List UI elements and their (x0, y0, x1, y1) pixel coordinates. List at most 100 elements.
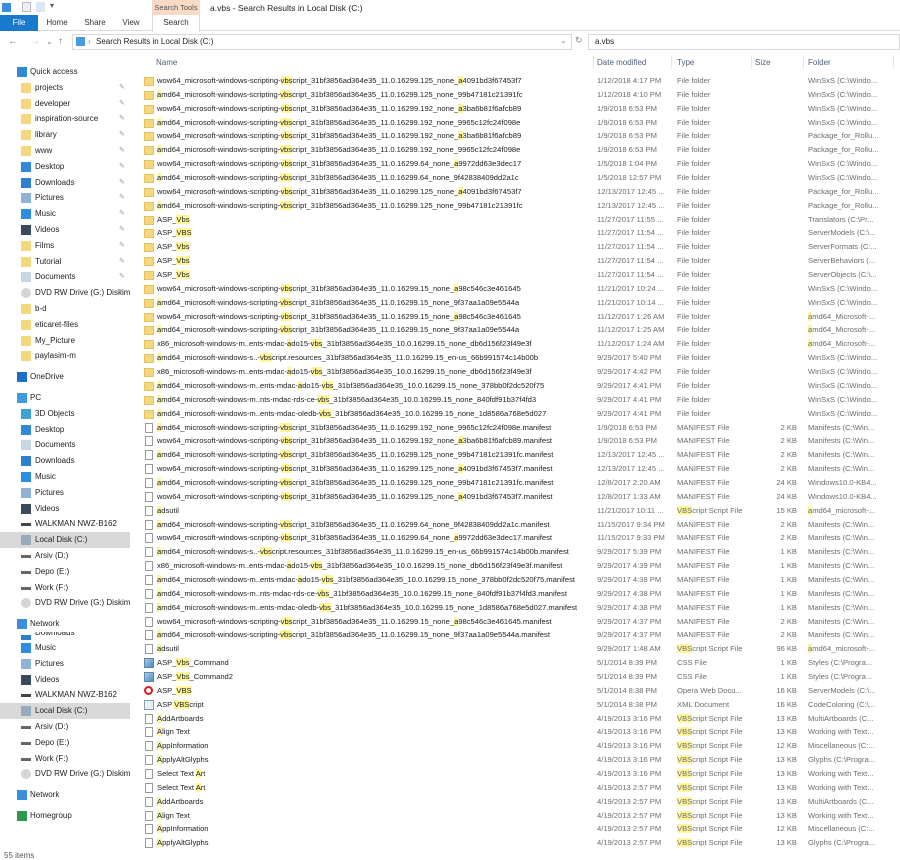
file-row[interactable]: amd64_microsoft-windows-scripting-vbscri… (141, 143, 900, 157)
file-row[interactable]: amd64_microsoft-windows-m..nts-mdac-rds-… (141, 587, 900, 601)
file-row[interactable]: wow64_microsoft-windows-scripting-vbscri… (141, 615, 900, 629)
sidebar-item-arsiv-d[interactable]: Arsiv (D:) (0, 548, 135, 564)
sidebar-item-network[interactable]: Network (0, 787, 135, 803)
search-input[interactable]: a.vbs (588, 34, 900, 50)
sidebar-item-music[interactable]: Music (0, 640, 135, 656)
sidebar-item-walkman-nwz-b162[interactable]: WALKMAN NWZ-B162 (0, 687, 135, 703)
file-row[interactable]: AppInformation 4/19/2013 2:57 PM VBScript … (141, 822, 900, 836)
sidebar-item-local-disk-c[interactable]: Local Disk (C:) (0, 532, 130, 548)
column-header-type[interactable]: Type (672, 56, 752, 69)
address-dropdown-button[interactable]: ⌄ (560, 36, 567, 45)
sidebar-item-3d-objects[interactable]: 3D Objects (0, 406, 135, 422)
file-row[interactable]: ASP VBScript 5/1/2014 8:38 PM XML Document… (141, 698, 900, 712)
tab-search[interactable]: Search (152, 15, 200, 32)
file-row[interactable]: ASP_Vbs_Command 5/1/2014 8:39 PM CSS File 1… (141, 656, 900, 670)
file-row[interactable]: wow64_microsoft-windows-scripting-vbscri… (141, 282, 900, 296)
file-row[interactable]: ApplyAltGlyphs 4/19/2013 3:16 PM VBScript … (141, 753, 900, 767)
sidebar-item-walkman-nwz-b162[interactable]: WALKMAN NWZ-B162 (0, 516, 135, 532)
breadcrumb-separator[interactable]: › (88, 37, 91, 46)
new-folder-icon[interactable] (36, 2, 45, 12)
back-button[interactable]: ← (8, 36, 18, 48)
file-row[interactable]: wow64_microsoft-windows-scripting-vbscri… (141, 185, 900, 199)
file-row[interactable]: ASP_Vbs 11/27/2017 11:54 ... File folder Se… (141, 268, 900, 282)
file-row[interactable]: adsutil 9/29/2017 1:48 AM VBScript Script … (141, 642, 900, 656)
file-row[interactable]: wow64_microsoft-windows-scripting-vbscri… (141, 74, 900, 88)
file-row[interactable]: amd64_microsoft-windows-m..ents-mdac-ole… (141, 601, 900, 615)
file-row[interactable]: wow64_microsoft-windows-scripting-vbscri… (141, 157, 900, 171)
file-row[interactable]: ASP_VBS 11/27/2017 11:54 ... File folder Se… (141, 226, 900, 240)
pin-icon[interactable]: ✎ (119, 190, 125, 206)
file-row[interactable]: amd64_microsoft-windows-m..ents-mdac-ole… (141, 407, 900, 421)
sidebar-item-music[interactable]: Music ✎ (0, 206, 135, 222)
pin-icon[interactable]: ✎ (119, 111, 125, 127)
sidebar-item-my-picture[interactable]: My_Picture (0, 333, 135, 349)
sidebar-item-films[interactable]: Films ✎ (0, 238, 135, 254)
pin-icon[interactable]: ✎ (119, 175, 125, 191)
tab-file[interactable]: File (0, 15, 38, 31)
sidebar-item-dvd-rw-drive-g-diskim[interactable]: DVD RW Drive (G:) Diskim (0, 766, 135, 782)
sidebar-item-documents[interactable]: Documents ✎ (0, 269, 135, 285)
file-row[interactable]: wow64_microsoft-windows-scripting-vbscri… (141, 531, 900, 545)
sidebar-item-pictures[interactable]: Pictures (0, 485, 135, 501)
file-row[interactable]: amd64_microsoft-windows-scripting-vbscri… (141, 116, 900, 130)
file-row[interactable]: ASP_Vbs 11/27/2017 11:54 ... File folder Se… (141, 240, 900, 254)
file-row[interactable]: ASP_Vbs 11/27/2017 11:55 ... File folder Tr… (141, 213, 900, 227)
file-row[interactable]: amd64_microsoft-windows-m..ents-mdac-ado… (141, 573, 900, 587)
sidebar-item-dvd-rw-drive-g-diskim[interactable]: DVD RW Drive (G:) Diskim (0, 595, 135, 611)
refresh-button[interactable]: ↻ (575, 35, 583, 46)
file-row[interactable]: amd64_microsoft-windows-s..-vbscript.res… (141, 351, 900, 365)
file-row[interactable]: Align Text 4/19/2013 3:16 PM VBScript Scri… (141, 725, 900, 739)
quick-access-toolbar-dropdown[interactable]: ▾ (50, 1, 54, 10)
pin-icon[interactable]: ✎ (119, 206, 125, 222)
sidebar-item-desktop[interactable]: Desktop (0, 422, 135, 438)
sidebar-item-b-d[interactable]: b-d (0, 301, 135, 317)
sidebar-item-pc[interactable]: PC (0, 390, 135, 406)
file-row[interactable]: amd64_microsoft-windows-scripting-vbscri… (141, 171, 900, 185)
tab-home[interactable]: Home (44, 15, 70, 31)
column-header-folder[interactable]: Folder (804, 56, 894, 69)
pin-icon[interactable]: ✎ (119, 285, 125, 301)
sidebar-item-pictures[interactable]: Pictures (0, 656, 135, 672)
sidebar-item-inspiration-source[interactable]: inspiration-source ✎ (0, 111, 135, 127)
sidebar-item-music[interactable]: Music (0, 469, 135, 485)
sidebar-item-quick-access[interactable]: Quick access (0, 64, 135, 80)
breadcrumb-search-results[interactable]: Search Results in Local Disk (C:) (96, 37, 213, 46)
up-button[interactable]: ↑ (58, 36, 63, 48)
sidebar-item-downloads[interactable]: Downloads (0, 632, 135, 640)
recent-locations-dropdown[interactable]: ⌄ (46, 36, 53, 48)
file-row[interactable]: amd64_microsoft-windows-scripting-vbscri… (141, 476, 900, 490)
sidebar-item-www[interactable]: www ✎ (0, 143, 135, 159)
sidebar-item-depo-e[interactable]: Depo (E:) (0, 564, 135, 580)
sidebar-item-arsiv-d[interactable]: Arsiv (D:) (0, 719, 135, 735)
file-row[interactable]: Align Text 4/19/2013 2:57 PM VBScript Scri… (141, 809, 900, 823)
file-row[interactable]: x86_microsoft-windows-m..ents-mdac-ado15… (141, 337, 900, 351)
sidebar-item-library[interactable]: library ✎ (0, 127, 135, 143)
forward-button[interactable]: → (30, 36, 40, 48)
file-row[interactable]: wow64_microsoft-windows-scripting-vbscri… (141, 434, 900, 448)
sidebar-item-videos[interactable]: Videos (0, 501, 135, 517)
tab-view[interactable]: View (118, 15, 144, 31)
file-row[interactable]: AddArtboards 4/19/2013 2:57 PM VBScript Sc… (141, 795, 900, 809)
file-row[interactable]: amd64_microsoft-windows-scripting-vbscri… (141, 199, 900, 213)
file-row[interactable]: ASP_VBS 5/1/2014 8:38 PM Opera Web Docu...… (141, 684, 900, 698)
sidebar-item-work-f[interactable]: Work (F:) (0, 580, 135, 596)
sidebar-item-videos[interactable]: Videos ✎ (0, 222, 135, 238)
pin-icon[interactable]: ✎ (119, 238, 125, 254)
file-row[interactable]: amd64_microsoft-windows-s..-vbscript.res… (141, 545, 900, 559)
pin-icon[interactable]: ✎ (119, 159, 125, 175)
properties-icon[interactable] (22, 2, 31, 12)
file-row[interactable]: wow64_microsoft-windows-scripting-vbscri… (141, 102, 900, 116)
pin-icon[interactable]: ✎ (119, 127, 125, 143)
sidebar-item-work-f[interactable]: Work (F:) (0, 751, 135, 767)
file-row[interactable]: wow64_microsoft-windows-scripting-vbscri… (141, 310, 900, 324)
sidebar-item-documents[interactable]: Documents (0, 437, 135, 453)
file-row[interactable]: amd64_microsoft-windows-scripting-vbscri… (141, 628, 900, 642)
file-row[interactable]: x86_microsoft-windows-m..ents-mdac-ado15… (141, 559, 900, 573)
pin-icon[interactable]: ✎ (119, 80, 125, 96)
sidebar-item-desktop[interactable]: Desktop ✎ (0, 159, 135, 175)
file-row[interactable]: amd64_microsoft-windows-scripting-vbscri… (141, 88, 900, 102)
tab-share[interactable]: Share (82, 15, 108, 31)
file-row[interactable]: AddArtboards 4/19/2013 3:16 PM VBScript Sc… (141, 712, 900, 726)
pin-icon[interactable]: ✎ (119, 269, 125, 285)
file-row[interactable]: wow64_microsoft-windows-scripting-vbscri… (141, 462, 900, 476)
